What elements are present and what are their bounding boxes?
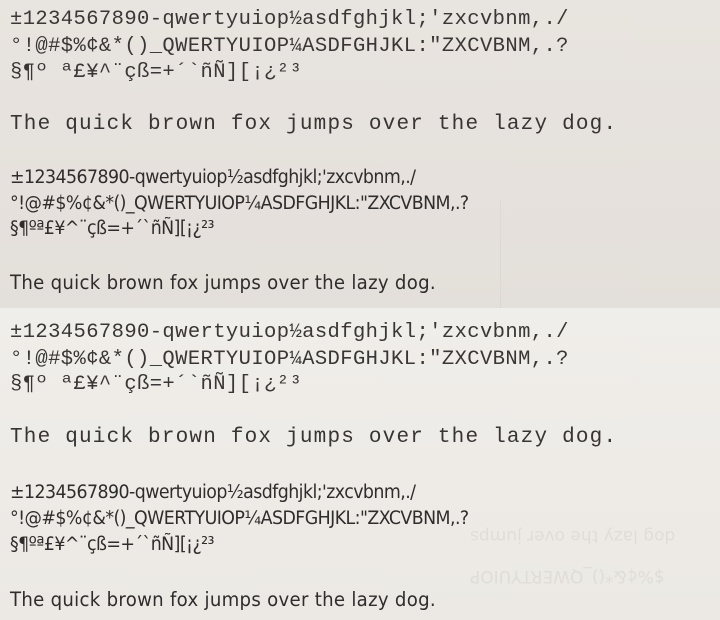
sans-charset-line-2: °!@#$%¢&*()_QWERTYUIOP¼ASDFGHJKL:"ZXCVBN… (10, 508, 469, 529)
paper-crease (500, 200, 501, 308)
serif-charset-line-2: °!@#$%¢&*()_QWERTYUIOP¼ASDFGHJKL:"ZXCVBN… (10, 35, 569, 58)
serif-pangram: The quick brown fox jumps over the lazy … (10, 113, 618, 136)
serif-charset-line-1: ±1234567890-qwertyuiop½asdfghjkl;'zxcvbn… (10, 8, 569, 31)
sans-pangram: The quick brown fox jumps over the lazy … (10, 271, 436, 294)
sheet-2: dog lazy the over jumps $%¢&*()_QWERTYUI… (0, 308, 720, 620)
serif-pangram: The quick brown fox jumps over the lazy … (10, 426, 618, 449)
sans-pangram: The quick brown fox jumps over the lazy … (10, 588, 436, 611)
serif-charset-line-1: ±1234567890-qwertyuiop½asdfghjkl;'zxcvbn… (10, 321, 569, 344)
serif-charset-line-3: §¶º ª£¥^¨çß=+´`ñÑ][¡¿²³ (10, 373, 303, 396)
scanned-page: ±1234567890-qwertyuiop½asdfghjkl;'zxcvbn… (0, 0, 720, 620)
serif-charset-line-2: °!@#$%¢&*()_QWERTYUIOP¼ASDFGHJKL:"ZXCVBN… (10, 348, 569, 371)
sans-charset-line-1: ±1234567890-qwertyuiop½asdfghjkl;'zxcvbn… (10, 482, 416, 503)
sans-charset-line-3: §¶ºª£¥^¨çß=+´`ñÑ][¡¿²³ (10, 534, 214, 555)
sans-charset-line-3: §¶ºª£¥^¨çß=+´`ñÑ][¡¿²³ (10, 218, 214, 239)
sheet-1: ±1234567890-qwertyuiop½asdfghjkl;'zxcvbn… (0, 0, 720, 308)
serif-charset-line-3: §¶º ª£¥^¨çß=+´`ñÑ][¡¿²³ (10, 61, 303, 84)
sans-charset-line-1: ±1234567890-qwertyuiop½asdfghjkl;'zxcvbn… (10, 167, 416, 188)
sans-charset-line-2: °!@#$%¢&*()_QWERTYUIOP¼ASDFGHJKL:"ZXCVBN… (10, 193, 469, 214)
show-through-text-2: $%¢&*()_QWERTYUIOP (470, 566, 665, 586)
show-through-text-1: dog lazy the over jumps (470, 526, 676, 546)
